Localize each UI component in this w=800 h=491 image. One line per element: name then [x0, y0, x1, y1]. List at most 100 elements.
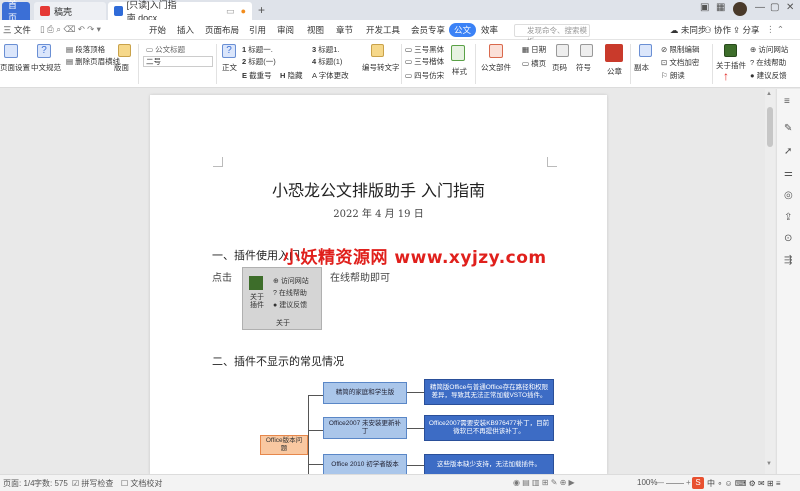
avatar[interactable] [733, 2, 747, 16]
view-mode-icons[interactable]: ◉ ▤ ▥ ⊞ ✎ ⊕ ▶ [513, 478, 575, 487]
menu-devtools[interactable]: 开发工具 [366, 24, 400, 36]
collab-button[interactable]: ⚇ 协作 [704, 24, 731, 36]
ime-logo-icon[interactable]: S [692, 477, 704, 489]
tab-doc1[interactable]: 稿壳 [34, 2, 106, 20]
menu-review[interactable]: 审阅 [277, 24, 294, 36]
collapse-icon[interactable]: ≡ [784, 97, 794, 107]
window-layout-icon[interactable]: ▣ [700, 2, 709, 13]
page-setup-button[interactable]: 页面设置 [0, 62, 30, 73]
scroll-thumb[interactable] [767, 107, 773, 147]
font-heiti-button[interactable]: ▭ 三号黑体 [405, 44, 444, 55]
zoom-level[interactable]: 100% [637, 478, 657, 487]
scroll-up-icon[interactable]: ▲ [766, 91, 772, 97]
official-parts-icon[interactable] [489, 44, 503, 58]
menu-official-doc[interactable]: 公文 [449, 23, 477, 37]
official-parts-button[interactable]: 公文部件 [481, 62, 511, 73]
style-button[interactable]: 样式 [452, 66, 467, 77]
proofread-button[interactable]: ⚐ 朗读 [661, 70, 685, 81]
spell-check-button[interactable]: ☑ 拼写检查 [72, 478, 113, 489]
cursor-icon[interactable]: ➚ [784, 147, 794, 157]
encrypt-button[interactable]: ⊡ 文档加密 [661, 57, 699, 68]
nav-icon[interactable]: ⇶ [784, 256, 794, 266]
monitor-icon[interactable]: ▭ [226, 6, 235, 17]
font-change-button[interactable]: A 字体更改 [312, 70, 349, 81]
tab-doc2[interactable]: [只读]入门指南.docx ▭ ● [108, 0, 252, 23]
heading3-button[interactable]: 3 标题1. [312, 44, 340, 55]
body-text-button[interactable]: 正文 [222, 62, 237, 73]
menu-efficiency[interactable]: 效率 [481, 24, 498, 36]
style-icon[interactable] [451, 45, 465, 61]
copy-icon[interactable] [639, 44, 652, 57]
command-search-input[interactable]: 发现命令、搜索模板 [514, 24, 590, 46]
quick-access-icons[interactable]: ▯ ⎙ ⌕ ⌫ ↶ ↷ ▾ [40, 24, 101, 35]
pen-icon[interactable]: ✎ [784, 124, 794, 134]
body-text-icon[interactable]: ? [222, 44, 236, 58]
share-icon[interactable]: ⇪ [784, 213, 794, 223]
feedback-button[interactable]: ● 建议反馈 [750, 70, 787, 81]
maximize-icon[interactable]: ▢ [770, 2, 779, 13]
seal-icon[interactable] [605, 44, 623, 62]
seal-button[interactable]: 公章 [607, 66, 622, 77]
proofread-status-button[interactable]: ☐ 文档校对 [121, 478, 162, 489]
symbol-button[interactable]: 符号 [576, 62, 591, 73]
restrict-edit-button[interactable]: ⊘ 限制编辑 [661, 44, 699, 55]
menu-member[interactable]: 会员专享 [411, 24, 445, 36]
font-size-select[interactable]: 二号 [143, 56, 213, 67]
official-title-button[interactable]: ▭ 公文标题 [146, 44, 185, 55]
diagram-mid-node-1: 精简的家庭和学生版 [323, 382, 407, 404]
layout-icon[interactable] [118, 44, 131, 57]
para-top-button[interactable]: ▤ 段落顶格 [66, 44, 105, 55]
close-icon[interactable]: ✕ [786, 2, 794, 13]
cloud-sync-button[interactable]: ☁ 未同步 [670, 24, 706, 36]
menu-reference[interactable]: 引用 [249, 24, 266, 36]
page-indicator[interactable]: 页面: 1/4 [3, 478, 35, 489]
more-icon[interactable]: ⋮ ⌃ [766, 24, 784, 35]
heading1b-button[interactable]: 2 标题(一) [242, 56, 276, 67]
date-button[interactable]: ▦ 日期 [522, 44, 546, 55]
chinese-layout-icon[interactable]: ? [37, 44, 51, 58]
page-number-button[interactable]: 页码 [552, 62, 567, 73]
new-tab-button[interactable]: + [258, 3, 265, 17]
visit-site-button[interactable]: ⊕ 访问网站 [750, 44, 788, 55]
font-kaiti-button[interactable]: ▭ 三号楷体 [405, 56, 444, 67]
menu-view[interactable]: 视图 [307, 24, 324, 36]
zoom-slider[interactable] [666, 483, 684, 484]
compass-icon[interactable]: ◎ [784, 191, 794, 201]
zoom-out-icon[interactable]: — [656, 478, 664, 487]
location-icon[interactable]: ⊙ [784, 234, 794, 244]
hidden-button[interactable]: H 隐藏 [280, 70, 303, 81]
heading4-button[interactable]: 4 标题(1) [312, 56, 342, 67]
symbol-icon[interactable] [580, 44, 593, 57]
settings-slider-icon[interactable]: ⚌ [784, 169, 794, 179]
page-setup-icon[interactable] [4, 44, 18, 58]
file-menu[interactable]: 三 文件 [3, 24, 31, 36]
chinese-layout-button[interactable]: 中文规范 [31, 62, 61, 73]
vertical-scrollbar[interactable]: ▲ ▼ [765, 89, 775, 474]
scroll-down-icon[interactable]: ▼ [766, 461, 772, 467]
document-page[interactable]: 小恐龙公文排版助手 入门指南 2022 年 4 月 19 日 一、插件使用入门 … [150, 95, 607, 475]
online-help-button[interactable]: ? 在线帮助 [750, 57, 786, 68]
remove-header-line-button[interactable]: ▤ 删除页眉横线 [66, 56, 120, 67]
tab-home[interactable]: 首页 [2, 0, 30, 23]
menu-chapter[interactable]: 章节 [336, 24, 353, 36]
page-number-icon[interactable] [556, 44, 569, 57]
zoom-in-icon[interactable]: + [686, 478, 691, 487]
menu-start[interactable]: 开始 [149, 24, 166, 36]
about-plugin-icon[interactable] [724, 44, 737, 57]
minimize-icon[interactable]: — [755, 2, 765, 13]
ime-tray-icons[interactable]: 中 ∘ ☺ ⌨ ⚙ ✉ ⊞ ≡ [707, 478, 781, 489]
emphasis-button[interactable]: E 截重号 [242, 70, 272, 81]
share-button[interactable]: ⇪ 分享 [733, 24, 760, 36]
number-to-text-button[interactable]: 编号转文字 [362, 62, 400, 73]
font-fangsong-button[interactable]: ▭ 四号仿宋 [405, 70, 444, 81]
landscape-button[interactable]: ▭ 横页 [522, 58, 546, 69]
copy-button[interactable]: 副本 [634, 62, 649, 73]
word-count[interactable]: 字数: 575 [34, 478, 68, 489]
about-plugin-button[interactable]: 关于插件 [716, 60, 746, 71]
heading1-button[interactable]: 1 标题一. [242, 44, 273, 55]
menu-insert[interactable]: 插入 [177, 24, 194, 36]
grid-icon[interactable]: ▦ [716, 2, 725, 13]
menu-layout[interactable]: 页面布局 [205, 24, 239, 36]
number-to-text-icon[interactable] [371, 44, 384, 57]
layout-button[interactable]: 版面 [114, 62, 129, 73]
